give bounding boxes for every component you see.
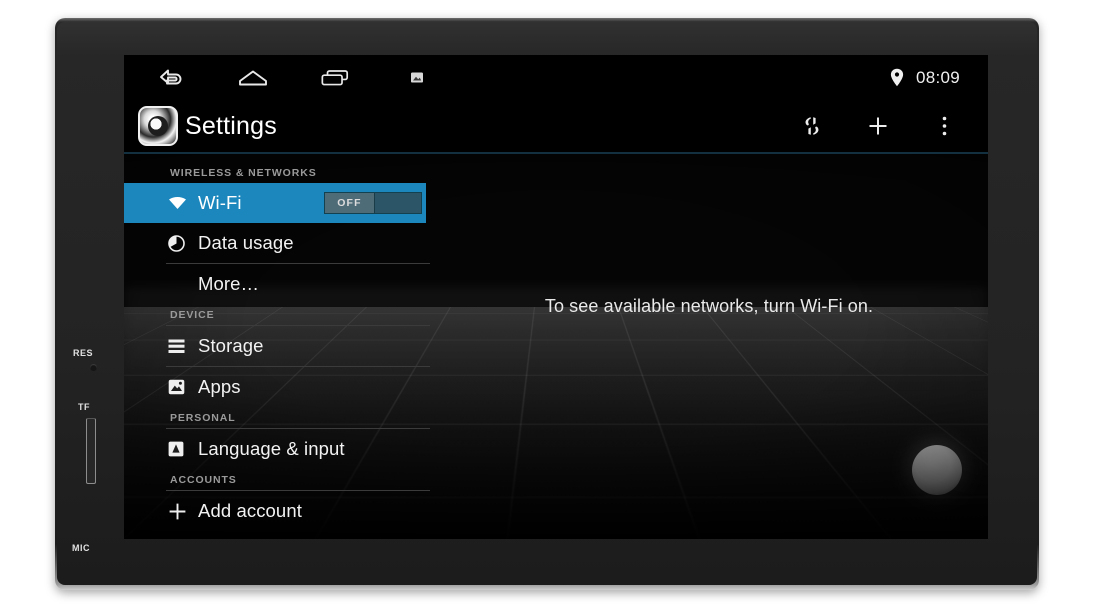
sidebar-item-data-usage[interactable]: Data usage xyxy=(124,223,430,263)
sidebar-item-label: More… xyxy=(198,273,260,294)
location-pin-icon xyxy=(890,68,904,87)
sync-icon[interactable] xyxy=(798,112,826,140)
plus-icon[interactable] xyxy=(864,112,892,140)
language-icon xyxy=(168,441,189,457)
status-bar: 08:09 xyxy=(124,55,988,100)
section-header-personal: PERSONAL xyxy=(170,412,236,424)
wifi-toggle-thumb: OFF xyxy=(325,193,375,213)
wifi-icon xyxy=(168,196,189,210)
navigation-bar xyxy=(124,66,432,90)
sidebar-item-storage[interactable]: Storage xyxy=(124,326,430,366)
settings-gear-app-icon xyxy=(138,106,178,146)
section-header-device: DEVICE xyxy=(170,309,215,321)
action-bar-buttons xyxy=(798,112,988,140)
sidebar-item-apps[interactable]: Apps xyxy=(124,367,430,407)
screenshot-icon[interactable] xyxy=(402,66,432,90)
sidebar-item-label: Data usage xyxy=(198,232,294,253)
empty-state-message: To see available networks, turn Wi-Fi on… xyxy=(544,296,874,316)
bezel-label-res: RES xyxy=(73,348,94,358)
page-title: Settings xyxy=(185,111,277,140)
section-header-wireless: WIRELESS & NETWORKS xyxy=(170,167,317,179)
sidebar-item-label: Apps xyxy=(198,376,241,397)
sidebar-item-label: Storage xyxy=(198,335,264,356)
sidebar-item-wifi[interactable]: Wi-Fi OFF xyxy=(124,183,426,223)
apps-icon xyxy=(168,379,189,395)
section-header-accounts: ACCOUNTS xyxy=(170,474,237,486)
status-indicators: 08:09 xyxy=(890,68,988,88)
sidebar-item-more[interactable]: More… xyxy=(124,264,430,304)
bezel-label-mic: MIC xyxy=(72,543,90,553)
recents-icon[interactable] xyxy=(320,66,350,90)
tf-card-slot[interactable] xyxy=(86,418,96,484)
plus-icon xyxy=(168,502,189,521)
sidebar-item-language-input[interactable]: Language & input xyxy=(124,429,430,469)
reset-pinhole[interactable] xyxy=(90,364,97,371)
overflow-menu-icon[interactable] xyxy=(930,112,958,140)
content-pane: To see available networks, turn Wi-Fi on… xyxy=(430,156,988,539)
sidebar-item-label: Add account xyxy=(198,500,302,521)
sidebar-item-label: Wi-Fi xyxy=(198,192,242,213)
data-usage-icon xyxy=(168,234,189,252)
wifi-toggle-switch[interactable]: OFF xyxy=(324,192,422,214)
storage-icon xyxy=(168,339,189,354)
settings-list: WIRELESS & NETWORKS Wi-Fi OFF Data usage… xyxy=(124,156,430,539)
sidebar-item-label: Language & input xyxy=(198,438,345,459)
clock: 08:09 xyxy=(915,67,960,87)
device-screen: 08:09 Settings WIRELESS & NETWORKS Wi-Fi… xyxy=(124,55,988,539)
back-arrow-icon[interactable] xyxy=(156,66,186,90)
home-icon[interactable] xyxy=(238,66,268,90)
wifi-toggle-state: OFF xyxy=(337,197,362,209)
action-bar: Settings xyxy=(124,100,988,154)
sidebar-item-add-account[interactable]: Add account xyxy=(124,491,430,531)
bezel-label-tf: TF xyxy=(78,402,90,412)
